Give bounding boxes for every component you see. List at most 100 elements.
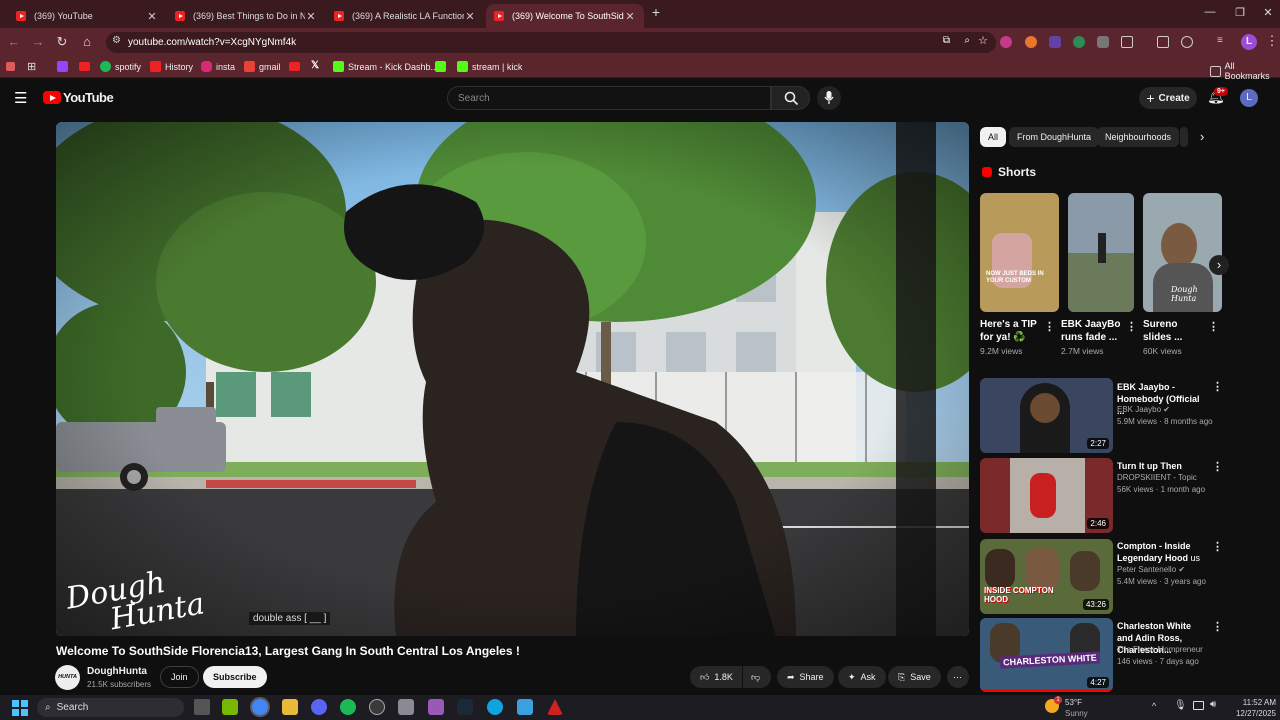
recommended-video-thumbnail[interactable]: 2:27: [980, 378, 1113, 453]
bookmark-youtube-icon[interactable]: [289, 62, 300, 71]
windows-start-icon[interactable]: [12, 700, 28, 716]
reading-list-icon[interactable]: ≡: [1217, 35, 1229, 47]
channel-name[interactable]: DoughHunta: [87, 666, 147, 677]
short-thumbnail[interactable]: NOW JUST BEDS IN YOUR CUSTOM: [980, 193, 1059, 312]
maximize-button[interactable]: ❐: [1232, 6, 1248, 19]
microphone-tray-icon[interactable]: 🎙︎: [1174, 700, 1187, 711]
install-icon[interactable]: ⧉: [943, 35, 950, 46]
recommended-video-title[interactable]: Turn It up Then: [1117, 460, 1209, 472]
close-tab-icon[interactable]: ✕: [624, 10, 636, 23]
site-info-icon[interactable]: ⚙: [112, 35, 121, 46]
video-menu-icon[interactable]: ⋮: [1212, 540, 1223, 553]
new-tab-button[interactable]: +: [648, 4, 664, 20]
shield-extension-icon[interactable]: [1097, 36, 1109, 48]
short-thumbnail[interactable]: Dough Hunta: [1143, 193, 1222, 312]
reload-icon[interactable]: ↻: [54, 34, 70, 50]
save-button[interactable]: ⎘ Save: [888, 666, 941, 688]
recommended-video-thumbnail[interactable]: CHARLESTON WHITE 4:27: [980, 618, 1113, 692]
account-avatar[interactable]: L: [1240, 89, 1258, 107]
bookmark-kick-dashboard[interactable]: Stream - Kick Dashb...: [333, 61, 438, 72]
bookmark-gmail[interactable]: gmail: [244, 61, 281, 72]
zoom-icon[interactable]: ⌕: [964, 35, 970, 46]
short-title[interactable]: Sureno slides ...: [1143, 318, 1203, 344]
forward-icon[interactable]: →: [30, 34, 46, 49]
task-view-icon[interactable]: [194, 699, 210, 715]
taskbar-search[interactable]: ⌕ Search: [37, 698, 184, 717]
filter-chip-from-channel[interactable]: From DoughHunta: [1009, 127, 1100, 147]
short-thumbnail[interactable]: [1068, 193, 1134, 312]
bookmark-insta[interactable]: insta: [201, 61, 235, 72]
chevron-right-icon[interactable]: ›: [1200, 129, 1204, 144]
video-menu-icon[interactable]: ⋮: [1212, 460, 1223, 473]
system-tray-chevron-icon[interactable]: ^: [1152, 701, 1156, 711]
file-explorer-icon[interactable]: [282, 699, 298, 715]
downloads-icon[interactable]: [1181, 36, 1193, 48]
create-button[interactable]: + Create: [1139, 87, 1197, 109]
clock-time[interactable]: 11:52 AM: [1228, 698, 1276, 707]
spotify-icon[interactable]: [340, 699, 356, 715]
short-title[interactable]: EBK JaayBo runs fade ...: [1061, 318, 1121, 344]
like-button[interactable]: 👍︎ 1.8K: [690, 666, 742, 688]
channel-avatar[interactable]: HUNTA: [55, 665, 80, 690]
subscribe-button[interactable]: Subscribe: [203, 666, 267, 688]
more-actions-button[interactable]: ⋯: [947, 666, 969, 688]
filter-chip-all[interactable]: All: [980, 127, 1007, 147]
youtube-logo-icon[interactable]: [43, 91, 61, 104]
clock-date[interactable]: 12/27/2025: [1228, 709, 1276, 718]
video-menu-icon[interactable]: ⋮: [1212, 380, 1223, 393]
video-menu-icon[interactable]: ⋮: [1212, 620, 1223, 633]
browser-tab-active[interactable]: (369) Welcome To SouthSide Fl✕: [486, 4, 644, 28]
bookmark-twitch-icon[interactable]: [57, 61, 68, 72]
display-tray-icon[interactable]: [1193, 701, 1204, 710]
close-window-button[interactable]: ✕: [1260, 6, 1276, 19]
twitch-extension-icon[interactable]: [1049, 36, 1061, 48]
apps-grid-icon[interactable]: ⊞: [27, 60, 36, 73]
address-bar[interactable]: ⚙ youtube.com/watch?v=XcgNYgNmf4k ⧉ ⌕ ☆: [106, 32, 996, 53]
weather-temperature[interactable]: 53°F: [1065, 698, 1082, 707]
browser-tab[interactable]: (369) YouTube ✕: [8, 4, 166, 28]
profile-avatar[interactable]: L: [1241, 34, 1257, 50]
bookmark-history[interactable]: History: [150, 61, 193, 72]
back-icon[interactable]: ←: [6, 34, 22, 49]
tab-search-icon[interactable]: [1157, 36, 1169, 48]
close-tab-icon[interactable]: ✕: [146, 10, 158, 23]
minimize-button[interactable]: —: [1202, 6, 1218, 18]
edge-icon[interactable]: [487, 699, 503, 715]
recommended-video-thumbnail[interactable]: 2:46: [980, 458, 1113, 533]
home-icon[interactable]: ⌂: [79, 34, 95, 49]
extensions-puzzle-icon[interactable]: [1121, 36, 1133, 48]
bookmark-icon[interactable]: [6, 62, 15, 71]
filter-chip-partial[interactable]: [1180, 127, 1188, 147]
game-controller-icon[interactable]: [428, 699, 444, 715]
youtube-logo-text[interactable]: YouTube: [63, 90, 114, 105]
shorts-next-button[interactable]: ›: [1209, 255, 1229, 275]
close-tab-icon[interactable]: ✕: [464, 10, 476, 23]
search-input[interactable]: Search: [447, 86, 771, 110]
app-icon[interactable]: [369, 699, 385, 715]
bookmark-star-icon[interactable]: ☆: [978, 34, 988, 47]
ask-button[interactable]: ✦ Ask: [838, 666, 886, 688]
nvidia-icon[interactable]: [222, 699, 238, 715]
hamburger-menu-icon[interactable]: ☰: [14, 89, 27, 107]
extension-icon[interactable]: [1025, 36, 1037, 48]
discord-icon[interactable]: [311, 699, 327, 715]
video-player[interactable]: Dough Hunta double ass [ __ ]: [56, 122, 969, 636]
recommended-video-thumbnail[interactable]: INSIDE COMPTON HOOD 43:26: [980, 539, 1113, 614]
browser-tab[interactable]: (369) Best Things to Do in New✕: [167, 4, 325, 28]
join-button[interactable]: Join: [160, 666, 199, 688]
short-menu-icon[interactable]: ⋮: [1044, 320, 1055, 333]
short-menu-icon[interactable]: ⋮: [1208, 320, 1219, 333]
extension-icon[interactable]: [1000, 36, 1012, 48]
photos-icon[interactable]: [517, 699, 533, 715]
steam-icon[interactable]: [457, 699, 473, 715]
x-icon[interactable]: 𝕏: [311, 60, 319, 71]
kick-icon[interactable]: [435, 61, 446, 72]
bookmark-stream-kick[interactable]: stream | kick: [457, 61, 522, 72]
volume-icon[interactable]: 🔊︎: [1210, 699, 1216, 710]
bookmark-youtube-icon[interactable]: [79, 62, 90, 71]
share-button[interactable]: ➦ Share: [777, 666, 834, 688]
short-menu-icon[interactable]: ⋮: [1126, 320, 1137, 333]
chrome-icon[interactable]: [252, 699, 268, 715]
close-tab-icon[interactable]: ✕: [305, 10, 317, 23]
filter-chip-neighbourhoods[interactable]: Neighbourhoods: [1097, 127, 1180, 147]
